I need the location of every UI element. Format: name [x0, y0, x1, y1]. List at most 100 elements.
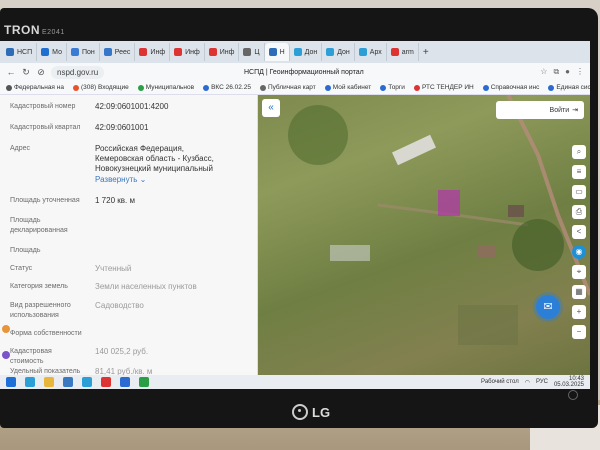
bookmark-item[interactable]: Муниципальнов — [137, 84, 194, 91]
login-button[interactable]: Войти ⇥ — [496, 101, 584, 119]
wifi-icon[interactable]: ◠ — [525, 379, 530, 386]
bookmark-favicon-icon — [259, 84, 266, 91]
word-icon[interactable] — [120, 377, 130, 387]
layers-icon[interactable]: ≡ — [572, 165, 586, 179]
address-bar: ← ↻ ⊘ nspd.gov.ru НСПД | Геоинформационн… — [0, 63, 590, 81]
monitor-model-text: E2041 — [42, 29, 65, 36]
status-value: Учтенный — [95, 264, 132, 273]
url-field[interactable]: nspd.gov.ru — [51, 65, 105, 79]
tab-label: Реес — [114, 48, 131, 56]
specific-index-value: 81,41 руб./кв. м — [95, 367, 153, 375]
bookmark-item[interactable]: Торги — [380, 84, 405, 91]
language-indicator[interactable]: РУС — [536, 379, 548, 385]
file-explorer-icon[interactable] — [44, 377, 54, 387]
browser-tab[interactable]: arm — [387, 43, 419, 61]
power-button[interactable] — [568, 390, 578, 400]
excel-icon[interactable] — [139, 377, 149, 387]
specific-index-label: Удельный показатель — [10, 368, 81, 375]
permitted-use-label-1: Вид разрешенного — [10, 302, 71, 309]
bookmark-label: Федеральная на — [14, 84, 64, 91]
app-icon[interactable] — [63, 377, 73, 387]
side-assistant-icon[interactable] — [2, 351, 10, 359]
tab-label: Пон — [81, 48, 95, 56]
back-icon[interactable]: ← — [6, 67, 16, 77]
bookmark-item[interactable]: (308) Входящие — [72, 84, 129, 91]
tab-label: Инф — [150, 48, 166, 56]
browser-tab-strip: НСП Мо Пон Реес Инф Инф Инф Ц Н Дон Дон Арх arm + — [0, 41, 590, 63]
browser-tab[interactable]: Инф — [205, 43, 240, 61]
share-icon[interactable]: < — [572, 225, 586, 239]
area-value: 1 720 кв. м — [95, 196, 135, 205]
bookmark-label: ВКС 26.02.25 — [211, 84, 251, 91]
bookmark-favicon-icon — [6, 84, 12, 91]
browser-tab[interactable]: Дон — [290, 43, 323, 61]
monitor-frame: TRON E2041 НСП Мо Пон Реес Инф Инф Инф Ц Н Дон Дон А… — [0, 8, 598, 428]
chevrons-left-icon: « — [268, 102, 274, 113]
browser-tab[interactable]: Н — [264, 43, 290, 61]
bookmark-item[interactable]: Публичная карт — [259, 84, 316, 91]
address-line-3: Новокузнецкий муниципальный — [95, 164, 213, 173]
bookmark-favicon-icon — [203, 84, 210, 91]
bookmark-label: (308) Входящие — [80, 84, 129, 91]
browser-tab[interactable]: Ц — [239, 43, 265, 61]
ruler-icon[interactable]: ▭ — [572, 185, 586, 199]
satellite-map[interactable]: « Войти ⇥ ⌕ ≡ ▭ ⎙ < ◉ ⌖ ▦ + − ✉ — [258, 95, 590, 375]
menu-icon[interactable]: ⋮ — [576, 67, 584, 77]
tray-desktop-label: Рабочий стол — [481, 379, 519, 385]
browser-tab[interactable]: Арх — [355, 43, 387, 61]
map-trees — [512, 219, 564, 271]
map-building-roof — [392, 134, 436, 166]
bookmark-item[interactable]: Справочная инс — [482, 84, 539, 91]
tab-label: arm — [401, 48, 414, 56]
chat-button[interactable]: ✉ — [536, 295, 560, 319]
screen: НСП Мо Пон Реес Инф Инф Инф Ц Н Дон Дон Арх arm + ← ↻… — [0, 41, 590, 389]
bookmark-item[interactable]: Единая сист — [548, 84, 590, 91]
zoom-out-icon[interactable]: − — [572, 325, 586, 339]
grid-icon[interactable]: ▦ — [572, 285, 586, 299]
cadastral-quarter-value: 42:09:0601001 — [95, 123, 149, 132]
star-icon[interactable]: ☆ — [540, 67, 547, 77]
browser-tab[interactable]: Мо — [37, 43, 67, 61]
clock[interactable]: 10:43 05.03.2025 — [554, 376, 584, 388]
system-tray: Рабочий стол ◠ РУС 10:43 05.03.2025 — [481, 376, 584, 388]
address-expand-text: Развернуть — [95, 175, 138, 184]
map-trees — [288, 105, 348, 165]
browser-tab[interactable]: НСП — [2, 43, 38, 61]
windows-start-icon[interactable] — [6, 377, 16, 387]
yandex-browser-icon[interactable] — [25, 377, 35, 387]
browser-tab[interactable]: Реес — [100, 43, 136, 61]
bookmark-item[interactable]: Мой кабинет — [324, 84, 371, 91]
new-tab-button[interactable]: + — [419, 47, 433, 58]
bookmark-item[interactable]: ВКС 26.02.25 — [203, 84, 251, 91]
bookmark-favicon-icon — [380, 84, 387, 91]
yandex-icon[interactable] — [82, 377, 92, 387]
bookmark-label: Единая сист — [556, 84, 590, 91]
collapse-panel-button[interactable]: « — [262, 99, 280, 117]
tab-favicon-icon — [208, 48, 217, 56]
address-expand-link[interactable]: Развернуть ⌄ — [95, 175, 250, 185]
browser-tab[interactable]: Дон — [322, 43, 355, 61]
browser-tab[interactable]: Инф — [170, 43, 205, 61]
permitted-use-label-2: использования — [10, 312, 59, 319]
bookmark-item[interactable]: РТС ТЕНДЕР ИН — [413, 84, 474, 91]
zoom-in-icon[interactable]: + — [572, 305, 586, 319]
location-icon[interactable]: ⌖ — [572, 265, 586, 279]
browser-tab[interactable]: Пон — [67, 43, 100, 61]
tab-favicon-icon — [358, 48, 367, 56]
print-icon[interactable]: ⎙ — [572, 205, 586, 219]
ownership-label: Форма собственности — [10, 330, 82, 337]
tab-favicon-icon — [6, 48, 14, 56]
bookmark-label: Публичная карт — [267, 84, 316, 91]
browser-tab[interactable]: Инф — [135, 43, 171, 61]
reload-icon[interactable]: ↻ — [21, 67, 31, 78]
pdf-icon[interactable] — [101, 377, 111, 387]
side-widget-icon[interactable] — [2, 325, 10, 333]
search-icon[interactable]: ⌕ — [572, 145, 586, 159]
map-house — [478, 245, 496, 257]
login-icon: ⇥ — [572, 107, 578, 114]
bookmark-item[interactable]: Федеральная на — [6, 84, 64, 91]
profile-icon[interactable]: ● — [565, 67, 570, 77]
tab-label: Арх — [369, 48, 382, 56]
extensions-icon[interactable]: ⧉ — [553, 67, 559, 77]
accessibility-icon[interactable]: ◉ — [572, 245, 586, 259]
